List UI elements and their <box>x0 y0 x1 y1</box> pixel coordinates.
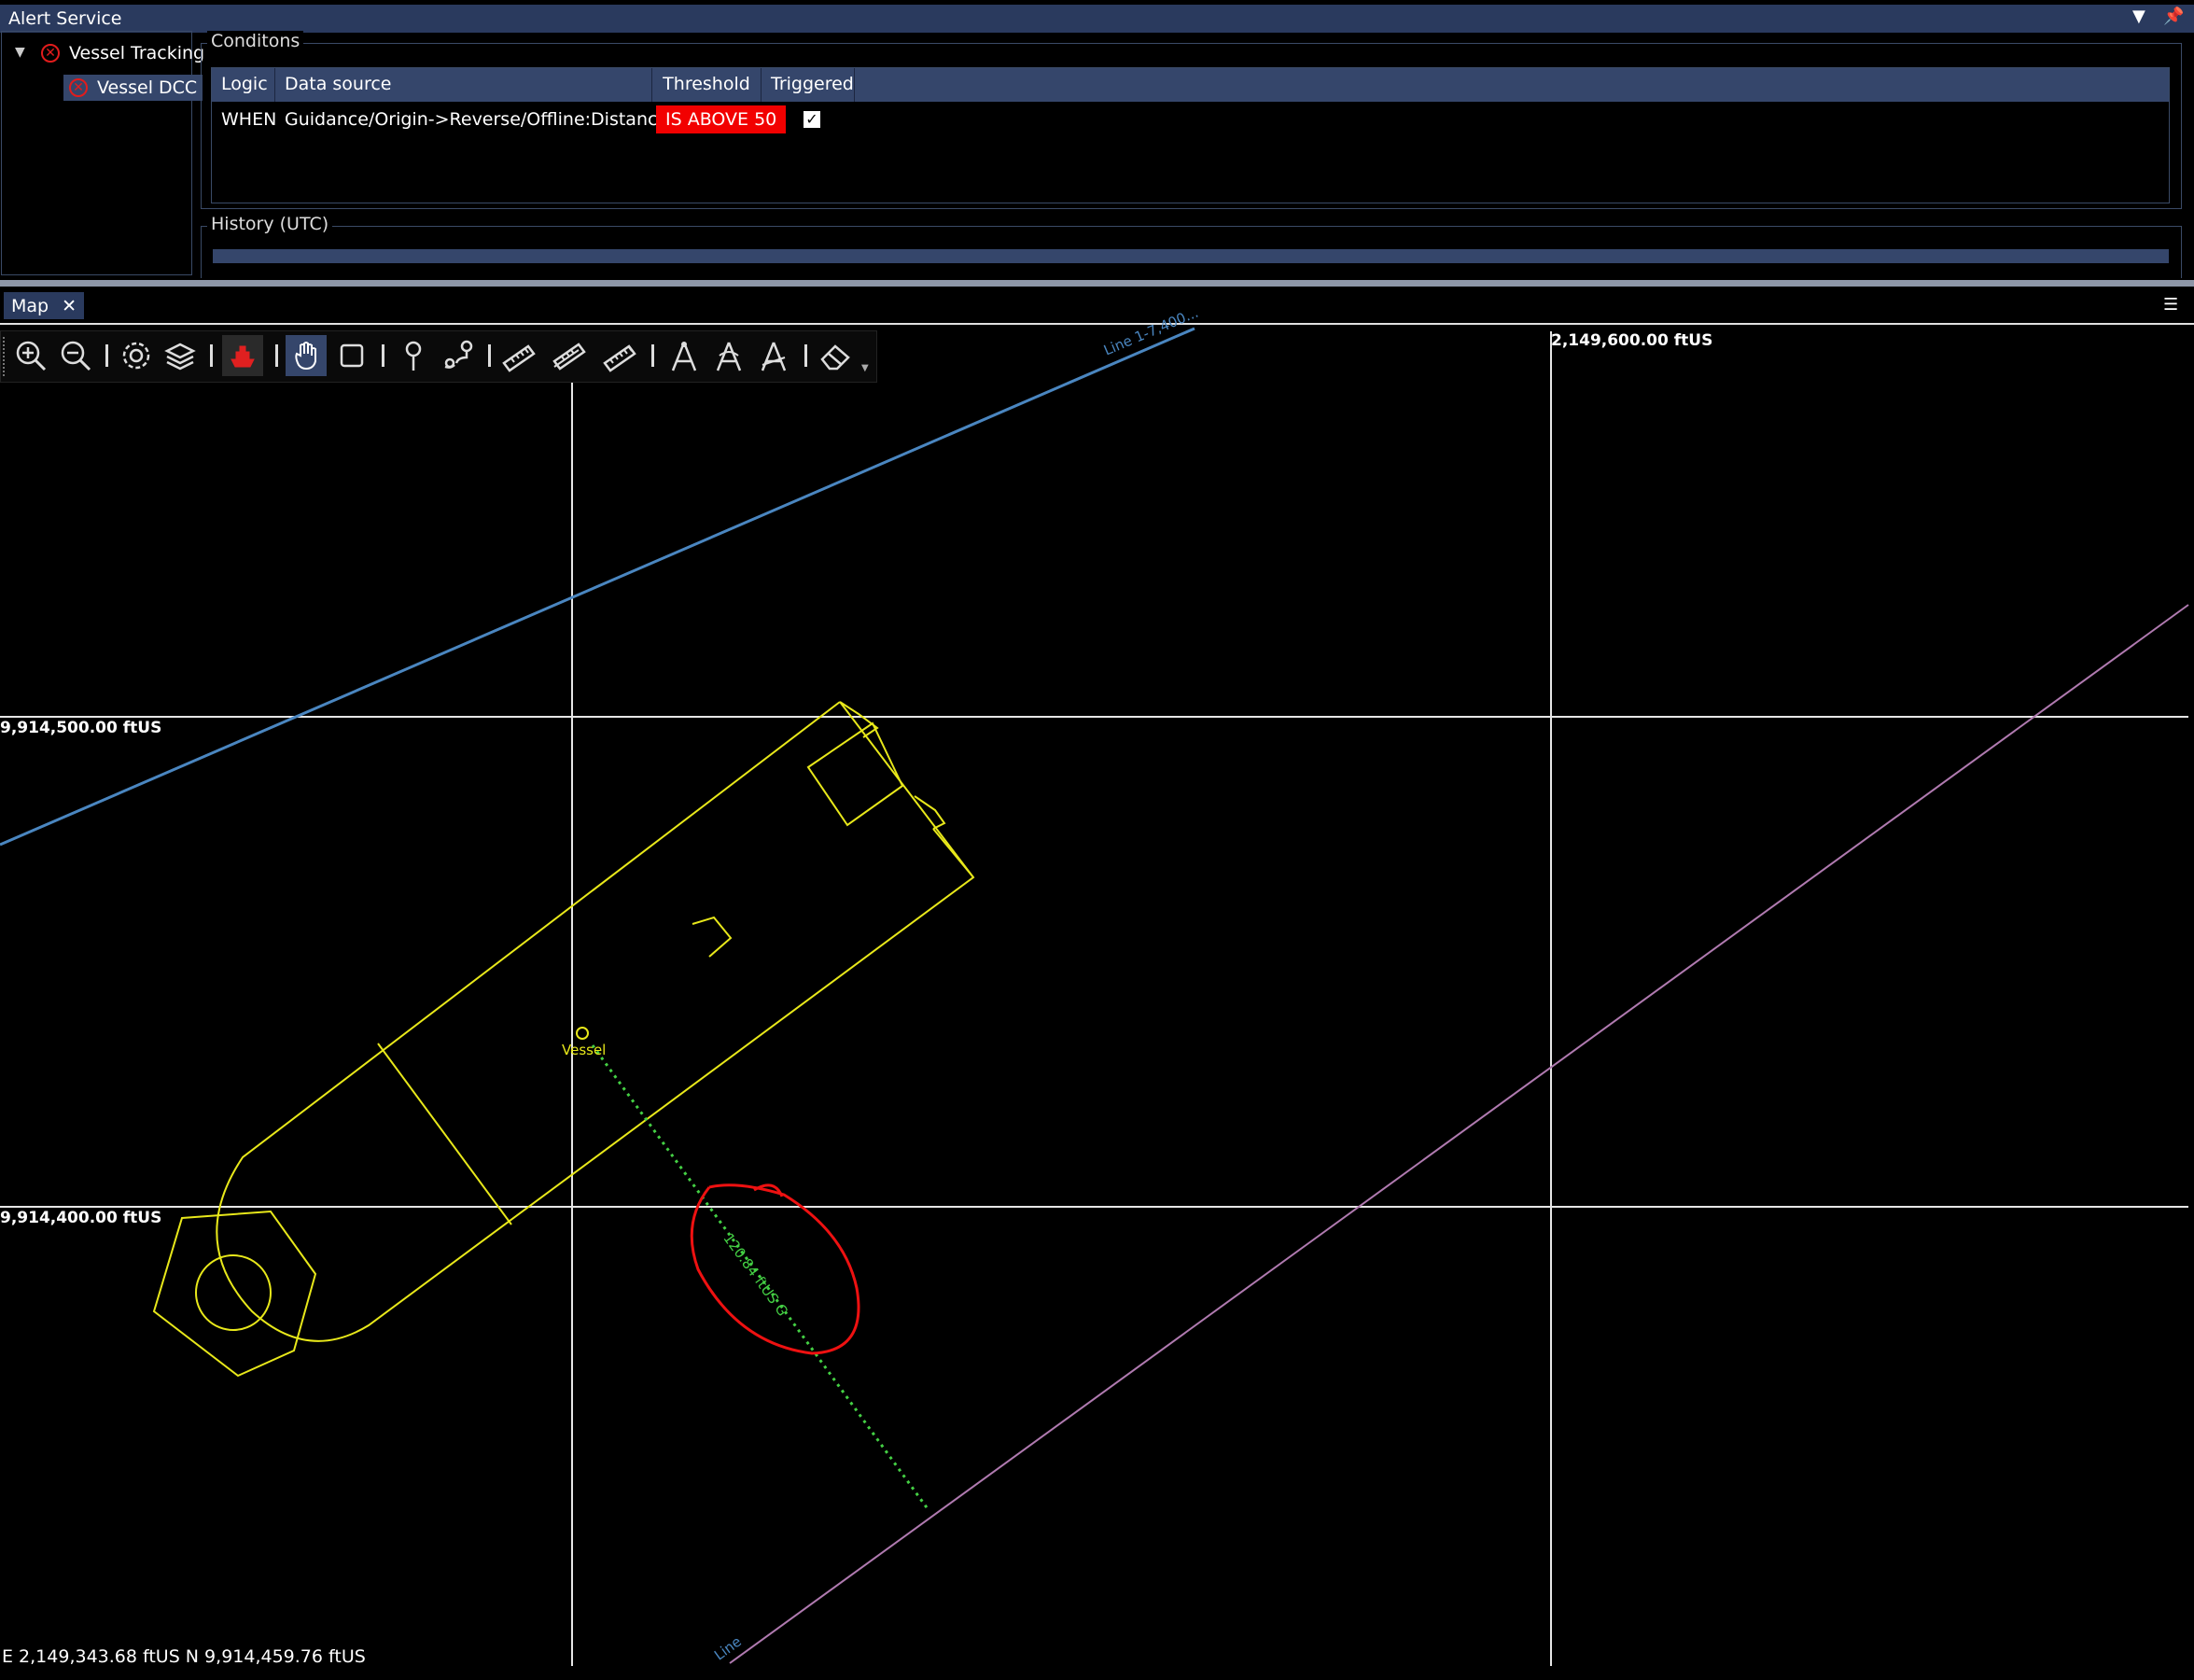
cell-logic: WHEN <box>221 109 277 130</box>
select-rectangle-icon[interactable] <box>331 335 372 376</box>
history-header <box>213 249 2169 263</box>
route-icon[interactable] <box>438 335 479 376</box>
window-title: Alert Service <box>8 8 122 29</box>
col-triggered[interactable]: Triggered <box>762 68 855 102</box>
line-blue <box>0 327 1195 847</box>
alert-tree: ▼ ✕ Vessel Tracking ✕ Vessel DCC <box>1 31 204 275</box>
dropdown-icon[interactable]: ▼ <box>2132 7 2145 26</box>
ruler-icon[interactable] <box>498 335 539 376</box>
vessel-marker <box>576 1027 589 1040</box>
vessel-label: Vessel <box>562 1042 607 1058</box>
col-logic[interactable]: Logic <box>212 68 275 102</box>
coordinate-readout: E 2,149,343.68 ftUS N 9,914,459.76 ftUS <box>2 1646 366 1667</box>
compass-b-icon[interactable] <box>708 335 749 376</box>
menu-icon[interactable]: ☰ <box>2163 295 2178 315</box>
toolbar-overflow-icon[interactable]: ▼ <box>861 363 869 373</box>
close-icon[interactable]: ✕ <box>62 296 77 316</box>
vessel-icon[interactable] <box>222 335 263 376</box>
pin-icon[interactable]: 📌 <box>2163 7 2184 26</box>
tree-item-vessel-tracking[interactable]: ✕ Vessel Tracking <box>41 43 204 63</box>
error-icon: ✕ <box>69 78 88 97</box>
cell-data-source: Guidance/Origin->Reverse/Offline:Distanc… <box>285 109 720 130</box>
conditions-grid: Logic Data source Threshold Triggered WH… <box>211 67 2170 203</box>
compass-a-icon[interactable] <box>664 335 705 376</box>
error-icon: ✕ <box>41 44 60 63</box>
zoom-in-icon[interactable] <box>10 335 51 376</box>
settings-icon[interactable] <box>116 335 157 376</box>
tab-map[interactable]: Map ✕ <box>4 292 85 319</box>
map-toolbar: ▼ <box>0 330 877 383</box>
annotation-circle <box>690 1183 860 1355</box>
map-canvas[interactable] <box>0 325 2194 1669</box>
pin-marker-icon[interactable] <box>393 335 434 376</box>
eraser-icon[interactable] <box>815 335 856 376</box>
ruler-multi-icon[interactable] <box>549 335 590 376</box>
expand-arrow-icon[interactable]: ▼ <box>15 45 25 60</box>
history-legend: History (UTC) <box>207 214 333 234</box>
line-purple <box>729 604 2189 1664</box>
splitter[interactable] <box>0 280 2194 287</box>
col-threshold[interactable]: Threshold <box>652 68 762 102</box>
cell-threshold: IS ABOVE 50 <box>656 105 787 133</box>
northing-label-top: 9,914,500.00 ftUS <box>0 719 162 737</box>
conditions-legend: Conditons <box>207 31 304 51</box>
triggered-checkbox[interactable]: ✓ <box>804 111 820 128</box>
conditions-header: Logic Data source Threshold Triggered <box>212 68 2169 102</box>
toolbar-grip[interactable] <box>3 337 8 376</box>
pan-hand-icon[interactable] <box>286 335 327 376</box>
northing-label-bottom: 9,914,400.00 ftUS <box>0 1209 162 1227</box>
tree-item-vessel-dcc[interactable]: ✕ Vessel DCC <box>63 75 203 101</box>
compass-c-icon[interactable] <box>753 335 794 376</box>
easting-label: 2,149,600.00 ftUS <box>1551 331 1713 350</box>
layers-icon[interactable] <box>160 335 201 376</box>
alert-service-titlebar: Alert Service ▼ 📌 <box>0 5 2194 33</box>
ruler-grid-icon[interactable] <box>599 335 640 376</box>
vessel-outline <box>152 701 975 1378</box>
zoom-out-icon[interactable] <box>55 335 96 376</box>
col-data-source[interactable]: Data source <box>275 68 652 102</box>
